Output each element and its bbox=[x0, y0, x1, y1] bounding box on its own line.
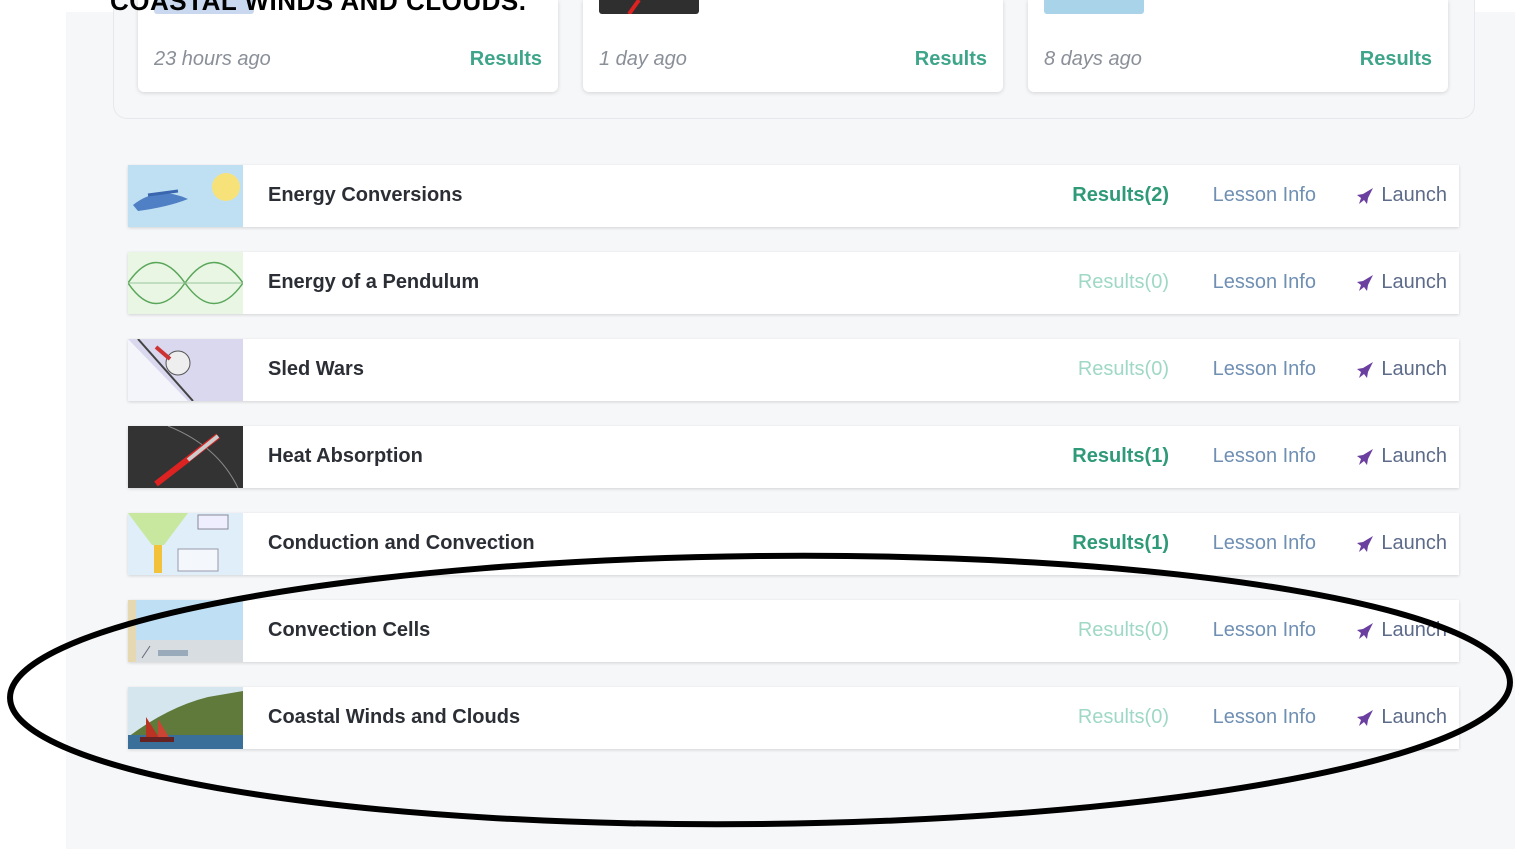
recent-card: 8 days ago Results bbox=[1028, 0, 1448, 92]
lesson-info-link[interactable]: Lesson Info bbox=[1213, 271, 1316, 294]
launch-label: Launch bbox=[1381, 532, 1447, 554]
launch-button[interactable]: Launch bbox=[1355, 184, 1447, 207]
lesson-row: Energy Conversions Results(2) Lesson Inf… bbox=[128, 165, 1459, 227]
lesson-info-link[interactable]: Lesson Info bbox=[1213, 532, 1316, 555]
recent-thumbnail bbox=[599, 0, 699, 16]
annotation-title: COASTAL WINDS AND CLOUDS. bbox=[110, 0, 527, 16]
lesson-title: Heat Absorption bbox=[268, 445, 423, 467]
lesson-title: Convection Cells bbox=[268, 619, 431, 641]
launch-button[interactable]: Launch bbox=[1355, 706, 1447, 729]
lesson-info-link[interactable]: Lesson Info bbox=[1213, 619, 1316, 642]
launch-button[interactable]: Launch bbox=[1355, 619, 1447, 642]
launch-button[interactable]: Launch bbox=[1355, 271, 1447, 294]
results-link[interactable]: Results(1) bbox=[1072, 532, 1169, 555]
lesson-row: Convection Cells Results(0) Lesson Info … bbox=[128, 600, 1459, 662]
heat-absorption-thumbnail bbox=[128, 426, 243, 488]
launch-label: Launch bbox=[1381, 619, 1447, 641]
recent-time: 23 hours ago bbox=[154, 48, 271, 70]
rocket-icon bbox=[1357, 187, 1374, 204]
lesson-info-link[interactable]: Lesson Info bbox=[1213, 445, 1316, 468]
lesson-info-link[interactable]: Lesson Info bbox=[1213, 706, 1316, 729]
recent-card: 1 day ago Results bbox=[583, 0, 1003, 92]
lesson-title: Energy of a Pendulum bbox=[268, 271, 480, 293]
rocket-icon bbox=[1357, 709, 1374, 726]
results-link[interactable]: Results(0) bbox=[1078, 358, 1169, 381]
lesson-title: Conduction and Convection bbox=[268, 532, 535, 554]
launch-label: Launch bbox=[1381, 706, 1447, 728]
convection-cells-thumbnail bbox=[128, 600, 243, 662]
lesson-row: Coastal Winds and Clouds Results(0) Less… bbox=[128, 687, 1459, 749]
launch-label: Launch bbox=[1381, 358, 1447, 380]
launch-button[interactable]: Launch bbox=[1355, 532, 1447, 555]
recent-results-link[interactable]: Results bbox=[470, 48, 542, 71]
recent-activity-section: 23 hours ago Results 1 day ago Results 8… bbox=[113, 0, 1475, 119]
launch-label: Launch bbox=[1381, 445, 1447, 467]
recent-time: 1 day ago bbox=[599, 48, 687, 70]
launch-button[interactable]: Launch bbox=[1355, 358, 1447, 381]
lesson-row: Energy of a Pendulum Results(0) Lesson I… bbox=[128, 252, 1459, 314]
lesson-title: Coastal Winds and Clouds bbox=[268, 706, 521, 728]
launch-button[interactable]: Launch bbox=[1355, 445, 1447, 468]
launch-label: Launch bbox=[1381, 271, 1447, 293]
lesson-info-link[interactable]: Lesson Info bbox=[1213, 358, 1316, 381]
results-link[interactable]: Results(0) bbox=[1078, 271, 1169, 294]
conduction-thumbnail bbox=[128, 513, 243, 575]
results-link[interactable]: Results(0) bbox=[1078, 619, 1169, 642]
results-link[interactable]: Results(1) bbox=[1072, 445, 1169, 468]
recent-results-link[interactable]: Results bbox=[915, 48, 987, 71]
rocket-icon bbox=[1357, 448, 1374, 465]
lesson-row: Conduction and Convection Results(1) Les… bbox=[128, 513, 1459, 575]
rocket-icon bbox=[1357, 361, 1374, 378]
rocket-icon bbox=[1357, 622, 1374, 639]
lesson-info-link[interactable]: Lesson Info bbox=[1213, 184, 1316, 207]
lesson-title: Energy Conversions bbox=[268, 184, 463, 206]
recent-thumbnail bbox=[1044, 0, 1144, 14]
recent-results-link[interactable]: Results bbox=[1360, 48, 1432, 71]
pendulum-thumbnail bbox=[128, 252, 243, 314]
rocket-icon bbox=[1357, 535, 1374, 552]
lesson-row: Sled Wars Results(0) Lesson Info Launch bbox=[128, 339, 1459, 401]
results-link[interactable]: Results(2) bbox=[1072, 184, 1169, 207]
lesson-title: Sled Wars bbox=[268, 358, 364, 380]
results-link[interactable]: Results(0) bbox=[1078, 706, 1169, 729]
rocket-icon bbox=[1357, 274, 1374, 291]
energy-conversions-thumbnail bbox=[128, 165, 243, 227]
launch-label: Launch bbox=[1381, 184, 1447, 206]
coastal-winds-thumbnail bbox=[128, 687, 243, 749]
sled-wars-thumbnail bbox=[128, 339, 243, 401]
lesson-row: Heat Absorption Results(1) Lesson Info L… bbox=[128, 426, 1459, 488]
recent-time: 8 days ago bbox=[1044, 48, 1142, 70]
